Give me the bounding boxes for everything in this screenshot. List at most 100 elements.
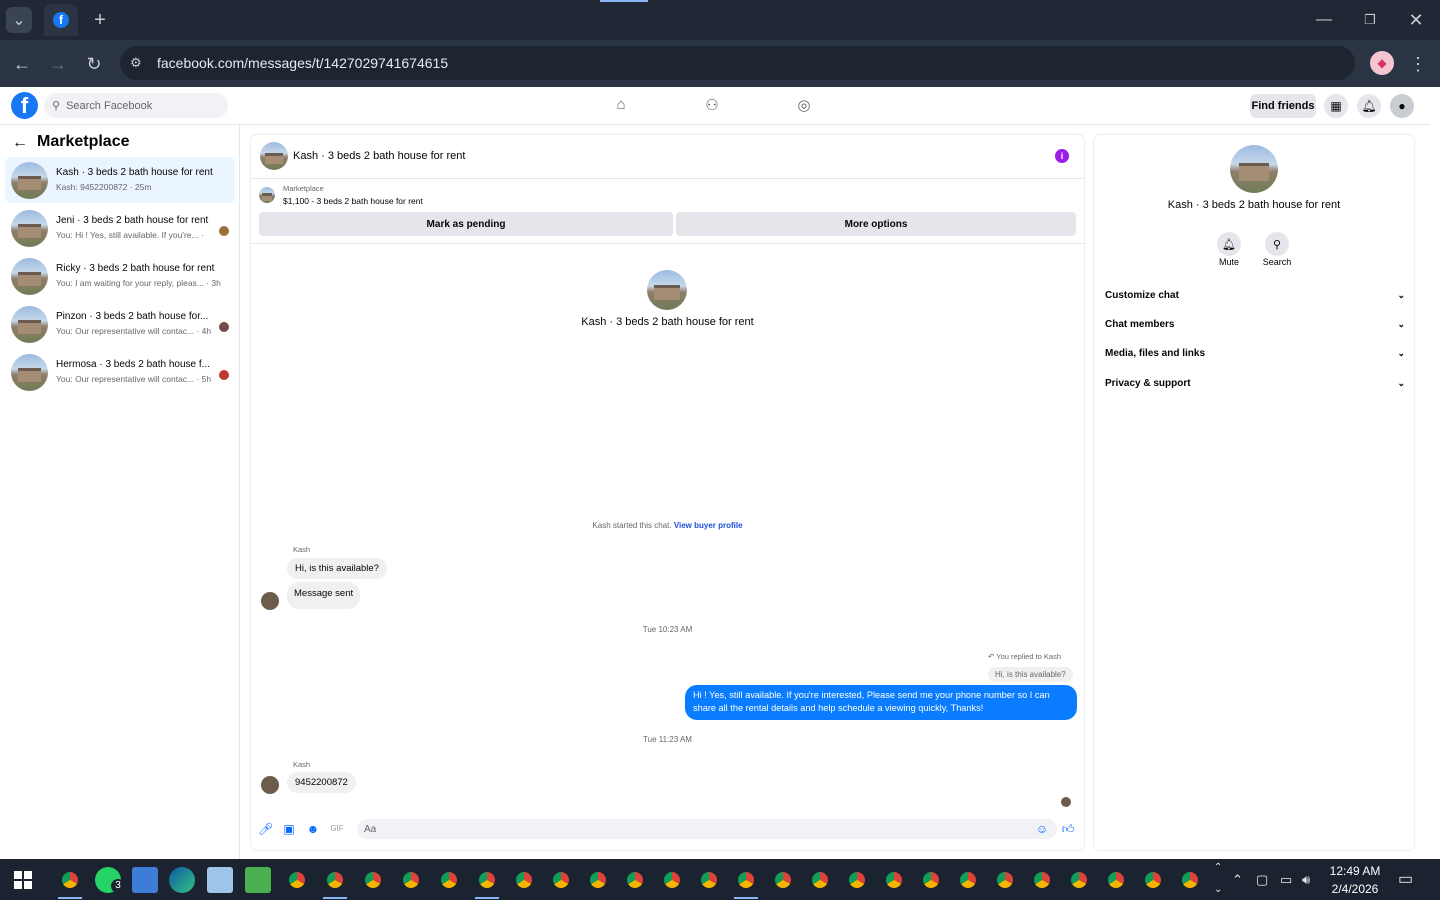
chrome-profile-icon[interactable]	[696, 867, 722, 893]
more-options-button[interactable]: More options	[676, 212, 1076, 236]
listing-price[interactable]: $1,100 - 3 beds 2 bath house for rent	[283, 196, 423, 206]
windows-start-icon[interactable]	[14, 871, 32, 889]
customize-chat-section[interactable]: Customize chat ⌄	[1105, 290, 1405, 301]
info-icon[interactable]: i	[1055, 149, 1069, 163]
media-files-section[interactable]: Media, files and links ⌄	[1105, 348, 1405, 359]
back-arrow-icon[interactable]: ←	[12, 134, 28, 152]
taskbar-scroll-up-icon[interactable]: ⌃	[1214, 862, 1222, 873]
view-buyer-profile-link[interactable]: View buyer profile	[674, 521, 743, 530]
back-icon[interactable]: ←	[10, 52, 34, 76]
chat-title[interactable]: Kash · 3 beds 2 bath house for rent	[293, 150, 465, 162]
chrome-profile-icon[interactable]	[733, 867, 759, 893]
facebook-tab[interactable]: f	[44, 4, 78, 36]
account-avatar-icon[interactable]: ●	[1390, 94, 1414, 118]
url-text[interactable]: facebook.com/messages/t/1427029741674615	[157, 55, 448, 71]
chrome-profile-icon[interactable]	[622, 867, 648, 893]
minimize-icon[interactable]: —	[1312, 8, 1336, 32]
meet-now-icon[interactable]: ▢	[1256, 872, 1268, 888]
chrome-profile-icon[interactable]	[1103, 867, 1129, 893]
edge-icon[interactable]	[169, 867, 195, 893]
chrome-profile-icon[interactable]	[1140, 867, 1166, 893]
search-icon[interactable]: ⚲	[1265, 232, 1289, 256]
conversation-item[interactable]: Kash · 3 beds 2 bath house for rent Kash…	[5, 157, 235, 203]
message-bubble[interactable]: Message sent	[287, 582, 361, 609]
chrome-profile-icon[interactable]	[1066, 867, 1092, 893]
home-icon[interactable]: ⌂	[611, 96, 631, 116]
chrome-menu-icon[interactable]: ⋮	[1406, 52, 1430, 76]
conversation-item[interactable]: Ricky · 3 beds 2 bath house for rent You…	[5, 253, 235, 299]
profile-avatar-icon[interactable]: ◆	[1370, 51, 1394, 75]
find-friends-button[interactable]: Find friends	[1250, 94, 1316, 118]
keyboard-app-icon[interactable]	[132, 867, 158, 893]
menu-grid-icon[interactable]: ▦	[1324, 94, 1348, 118]
conversation-item[interactable]: Hermosa · 3 beds 2 bath house f... You: …	[5, 349, 235, 395]
quoted-message[interactable]: Hi, is this available?	[988, 667, 1073, 682]
chrome-profile-icon[interactable]	[844, 867, 870, 893]
app-icon[interactable]	[245, 867, 271, 893]
sender-avatar[interactable]	[261, 776, 279, 794]
chat-members-section[interactable]: Chat members ⌄	[1105, 319, 1405, 330]
chrome-profile-icon[interactable]	[585, 867, 611, 893]
conversation-item[interactable]: Jeni · 3 beds 2 bath house for rent You:…	[5, 205, 235, 251]
chrome-profile-icon[interactable]	[1029, 867, 1055, 893]
facebook-logo-icon[interactable]: f	[11, 92, 38, 119]
search-label[interactable]: Search	[1252, 257, 1302, 267]
network-icon[interactable]: ▭	[1280, 872, 1292, 888]
chrome-profile-icon[interactable]	[398, 867, 424, 893]
sticker-icon[interactable]: ☻	[306, 822, 320, 836]
close-window-icon[interactable]: ✕	[1404, 8, 1428, 32]
microphone-icon[interactable]: 🎤︎	[258, 822, 273, 836]
page-scrollbar[interactable]	[1430, 87, 1440, 859]
chrome-profile-icon[interactable]	[511, 867, 537, 893]
forward-icon[interactable]: →	[46, 52, 70, 76]
chrome-profile-icon[interactable]	[992, 867, 1018, 893]
message-input[interactable]: Aa	[357, 819, 1057, 839]
conversation-item[interactable]: Pinzon · 3 beds 2 bath house for... You:…	[5, 301, 235, 347]
tab-search-icon[interactable]: ⌄	[6, 7, 32, 33]
system-clock[interactable]: 12:49 AM 2/4/2026	[1328, 862, 1382, 898]
show-hidden-icons-icon[interactable]: ⌃	[1232, 872, 1243, 888]
chrome-profile-icon[interactable]	[474, 867, 500, 893]
chrome-profile-icon[interactable]	[770, 867, 796, 893]
chrome-profile-icon[interactable]	[659, 867, 685, 893]
site-info-icon[interactable]: ⚙	[130, 55, 142, 71]
volume-icon[interactable]: 🔊︎	[1302, 872, 1310, 888]
search-input[interactable]: ⚲ Search Facebook	[44, 93, 228, 118]
message-bubble[interactable]: 9452200872	[287, 772, 356, 793]
mute-label[interactable]: Mute	[1204, 257, 1254, 267]
app-icon[interactable]	[207, 867, 233, 893]
sender-avatar[interactable]	[261, 592, 279, 610]
emoji-icon[interactable]: ☺	[1035, 822, 1049, 836]
friends-icon[interactable]: ⚇	[702, 96, 722, 116]
chrome-profile-icon[interactable]	[548, 867, 574, 893]
chrome-profile-icon[interactable]	[360, 867, 386, 893]
chrome-profile-icon[interactable]	[881, 867, 907, 893]
notifications-icon[interactable]: 🔔︎	[1357, 94, 1381, 118]
mute-bell-icon[interactable]: 🔔︎	[1217, 232, 1241, 256]
chrome-profile-icon[interactable]	[918, 867, 944, 893]
outgoing-message-bubble[interactable]: Hi ! Yes, still available. If you're int…	[685, 685, 1077, 720]
sender-name: Kash	[293, 545, 311, 554]
notification-center-icon[interactable]: ▭	[1398, 869, 1413, 889]
chrome-profile-icon[interactable]	[1177, 867, 1203, 893]
chrome-profile-icon[interactable]	[955, 867, 981, 893]
chrome-profile-icon[interactable]	[436, 867, 462, 893]
started-text: Kash started this chat.	[592, 521, 672, 530]
chrome-profile-icon[interactable]	[284, 867, 310, 893]
timestamp: Tue 11:23 AM	[643, 735, 692, 744]
new-tab-icon[interactable]: +	[88, 8, 112, 32]
gif-icon[interactable]: GIF	[330, 822, 344, 836]
reload-icon[interactable]: ↻	[82, 52, 106, 76]
groups-icon[interactable]: ◎	[794, 96, 814, 116]
chrome-profile-icon[interactable]	[807, 867, 833, 893]
like-icon[interactable]: 👍︎	[1061, 822, 1075, 836]
chat-header-thumbnail[interactable]	[260, 142, 288, 170]
chrome-profile-icon[interactable]	[322, 867, 348, 893]
taskbar-scroll-down-icon[interactable]: ⌄	[1214, 884, 1222, 895]
restore-icon[interactable]: ❐	[1358, 8, 1382, 32]
privacy-support-section[interactable]: Privacy & support ⌄	[1105, 378, 1405, 389]
chrome-app-icon[interactable]	[57, 867, 83, 893]
message-bubble[interactable]: Hi, is this available?	[287, 558, 387, 579]
photo-icon[interactable]: ▣	[282, 822, 296, 836]
mark-as-pending-button[interactable]: Mark as pending	[259, 212, 673, 236]
